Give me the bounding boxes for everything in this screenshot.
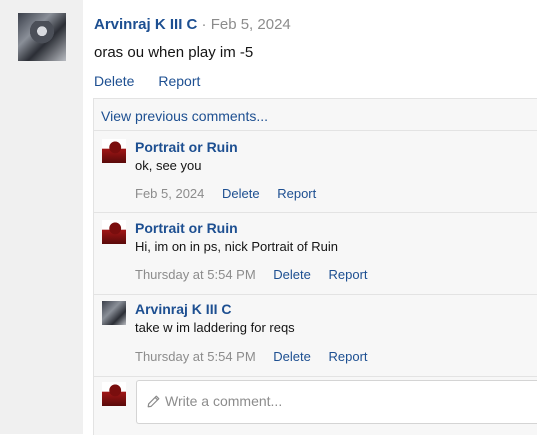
comment: Arvinraj K III C take w im laddering for… [94, 294, 537, 376]
comment-text: take w im laddering for reqs [135, 320, 295, 335]
comment-author-link[interactable]: Portrait or Ruin [135, 220, 238, 236]
post-text: oras ou when play im -5 [94, 44, 254, 61]
comment-time[interactable]: Feb 5, 2024 [135, 186, 204, 201]
post-header: Arvinraj K III C · Feb 5, 2024 [94, 16, 291, 33]
comment-avatar[interactable] [102, 301, 126, 325]
comment-report-link[interactable]: Report [277, 186, 316, 201]
comment-delete-link[interactable]: Delete [273, 349, 311, 364]
comments-panel: View previous comments... Portrait or Ru… [93, 98, 537, 435]
left-rail [0, 0, 83, 434]
post-separator: · [201, 16, 207, 33]
comment-meta: Feb 5, 2024 Delete Report [135, 186, 330, 201]
post-delete-link[interactable]: Delete [94, 73, 134, 89]
comment-divider [94, 294, 537, 295]
post-date[interactable]: Feb 5, 2024 [211, 16, 291, 33]
current-user-avatar [102, 382, 126, 406]
comment: Portrait or Ruin ok, see you Feb 5, 2024… [94, 130, 537, 212]
comment-time[interactable]: Thursday at 5:54 PM [135, 267, 256, 282]
comment-divider [94, 212, 537, 213]
comment-meta: Thursday at 5:54 PM Delete Report [135, 267, 382, 282]
comment-input[interactable] [163, 392, 527, 410]
comment-author-link[interactable]: Portrait or Ruin [135, 139, 238, 155]
post-author-avatar[interactable] [18, 13, 66, 61]
comment-author-link[interactable]: Arvinraj K III C [135, 301, 231, 317]
pencil-icon [147, 395, 160, 408]
comment-delete-link[interactable]: Delete [273, 267, 311, 282]
comment-delete-link[interactable]: Delete [222, 186, 260, 201]
post-author-link[interactable]: Arvinraj K III C [94, 16, 197, 33]
comment-time[interactable]: Thursday at 5:54 PM [135, 349, 256, 364]
comment-compose-box[interactable] [136, 380, 537, 424]
view-previous-comments-link[interactable]: View previous comments... [101, 108, 268, 124]
post-actions: Delete Report [94, 73, 220, 89]
comment: Portrait or Ruin Hi, im on in ps, nick P… [94, 212, 537, 294]
comment-meta: Thursday at 5:54 PM Delete Report [135, 349, 382, 364]
comment-text: ok, see you [135, 158, 202, 173]
comment-report-link[interactable]: Report [329, 349, 368, 364]
post-report-link[interactable]: Report [158, 73, 200, 89]
comment-divider [94, 376, 537, 377]
comment-avatar[interactable] [102, 220, 126, 244]
comment-divider [94, 130, 537, 131]
comment-report-link[interactable]: Report [329, 267, 368, 282]
comment-text: Hi, im on in ps, nick Portrait of Ruin [135, 239, 339, 254]
comment-avatar[interactable] [102, 139, 126, 163]
